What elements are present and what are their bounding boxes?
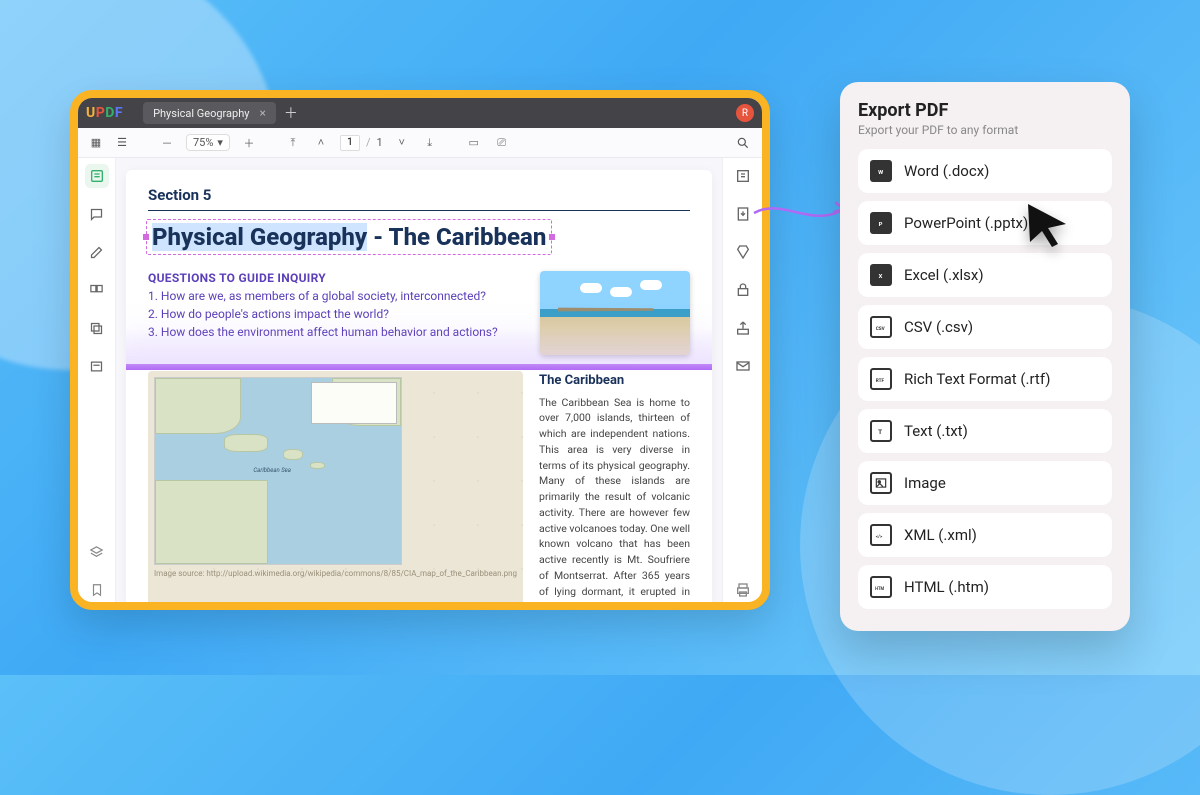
svg-text:W: W: [878, 170, 883, 176]
search-icon[interactable]: [734, 134, 752, 152]
protect-tool[interactable]: [731, 278, 755, 302]
export-option-xml[interactable]: </> XML (.xml): [858, 513, 1112, 557]
map-figure: Caribbean Sea Image source: http://uploa…: [148, 371, 523, 602]
rtf-icon: RTF: [870, 368, 892, 390]
organize-tool[interactable]: [85, 278, 109, 302]
next-page-button[interactable]: ˅: [393, 134, 411, 152]
edit-tool[interactable]: [85, 240, 109, 264]
zoom-out-button[interactable]: －: [158, 134, 176, 152]
document-tab[interactable]: Physical Geography ×: [143, 102, 276, 124]
svg-text:CSV: CSV: [876, 326, 886, 332]
svg-text:X: X: [879, 274, 883, 280]
export-option-word[interactable]: W Word (.docx): [858, 149, 1112, 193]
export-option-excel[interactable]: X Excel (.xlsx): [858, 253, 1112, 297]
share-tool[interactable]: [731, 316, 755, 340]
export-option-txt[interactable]: T Text (.txt): [858, 409, 1112, 453]
export-option-csv[interactable]: CSV CSV (.csv): [858, 305, 1112, 349]
article-body: The Caribbean The Caribbean Sea is home …: [539, 371, 690, 602]
export-title: Export PDF: [858, 100, 1112, 121]
inquiry-q1: 1. How are we, as members of a global so…: [148, 289, 526, 303]
prev-page-button[interactable]: ˄: [312, 134, 330, 152]
left-tool-rail: [78, 158, 116, 602]
right-tool-rail: [722, 158, 762, 602]
compress-tool[interactable]: [731, 240, 755, 264]
export-option-label: Rich Text Format (.rtf): [904, 370, 1050, 388]
ocr-scan-bar: [126, 364, 712, 370]
page-total: 1: [377, 136, 383, 149]
image-icon: [870, 472, 892, 494]
svg-text:T: T: [878, 428, 882, 436]
csv-icon: CSV: [870, 316, 892, 338]
cursor-icon: [1022, 200, 1072, 250]
new-tab-button[interactable]: ＋: [284, 103, 298, 123]
document-title: Physical Geography - The Caribbean: [152, 223, 546, 251]
email-tool[interactable]: [731, 354, 755, 378]
inquiry-q2: 2. How do people's actions impact the wo…: [148, 307, 526, 321]
article-heading: The Caribbean: [539, 371, 690, 391]
bookmark-icon[interactable]: [85, 578, 109, 602]
tab-title: Physical Geography: [153, 107, 249, 120]
export-panel: Export PDF Export your PDF to any format…: [840, 82, 1130, 631]
reader-tool[interactable]: [85, 164, 109, 188]
document-canvas: Section 5 Physical Geography - The Carib…: [116, 158, 722, 602]
export-option-label: HTML (.htm): [904, 578, 989, 596]
document-page: Section 5 Physical Geography - The Carib…: [126, 170, 712, 602]
thumbnails-icon[interactable]: ▦: [88, 135, 104, 151]
last-page-button[interactable]: ⤓: [421, 134, 439, 152]
txt-icon: T: [870, 420, 892, 442]
export-option-label: Text (.txt): [904, 422, 968, 440]
export-option-label: Image: [904, 474, 946, 492]
close-tab-icon[interactable]: ×: [259, 106, 265, 120]
svg-text:P: P: [879, 222, 883, 228]
word-icon: W: [870, 160, 892, 182]
presentation-button[interactable]: ⎚: [493, 134, 511, 152]
view-mode-button[interactable]: ▭: [465, 134, 483, 152]
export-option-label: CSV (.csv): [904, 318, 973, 336]
title-selection-box[interactable]: Physical Geography - The Caribbean: [148, 221, 550, 253]
export-option-label: XML (.xml): [904, 526, 977, 544]
powerpoint-icon: P: [870, 212, 892, 234]
comment-tool[interactable]: [85, 202, 109, 226]
export-subtitle: Export your PDF to any format: [858, 123, 1112, 137]
export-option-html[interactable]: HTM HTML (.htm): [858, 565, 1112, 609]
selection-handle-right[interactable]: [549, 234, 555, 240]
inquiry-heading: QUESTIONS TO GUIDE INQUIRY: [148, 271, 526, 285]
export-option-image[interactable]: Image: [858, 461, 1112, 505]
export-option-rtf[interactable]: RTF Rich Text Format (.rtf): [858, 357, 1112, 401]
avatar[interactable]: R: [736, 104, 754, 122]
svg-text:HTM: HTM: [875, 586, 884, 591]
selection-handle-left[interactable]: [143, 234, 149, 240]
excel-icon: X: [870, 264, 892, 286]
html-icon: HTM: [870, 576, 892, 598]
layers-icon[interactable]: [85, 540, 109, 564]
toolbar: ▦ ☰ － 75% ▾ ＋ ⤒ ˄ / 1 ˅ ⤓ ▭ ⎚: [78, 128, 762, 158]
zoom-in-button[interactable]: ＋: [240, 134, 258, 152]
zoom-level[interactable]: 75% ▾: [186, 134, 230, 151]
xml-icon: </>: [870, 524, 892, 546]
ocr-tool[interactable]: [731, 164, 755, 188]
pdf-editor-window: UPDF Physical Geography × ＋ R ▦ ☰ － 75% …: [70, 90, 770, 610]
export-option-label: PowerPoint (.pptx): [904, 214, 1028, 232]
outline-icon[interactable]: ☰: [114, 135, 130, 151]
app-brand: UPDF: [86, 105, 123, 121]
first-page-button[interactable]: ⤒: [284, 134, 302, 152]
svg-text:RTF: RTF: [876, 378, 885, 384]
print-tool[interactable]: [731, 578, 755, 602]
image-source-caption: Image source: http://upload.wikimedia.or…: [154, 569, 517, 578]
export-option-label: Word (.docx): [904, 162, 989, 180]
article-text: The Caribbean Sea is home to over 7,000 …: [539, 395, 690, 603]
export-option-label: Excel (.xlsx): [904, 266, 984, 284]
page-current-input[interactable]: [340, 135, 360, 151]
section-label: Section 5: [148, 186, 690, 204]
page-indicator: / 1: [340, 135, 383, 151]
crop-tool[interactable]: [85, 316, 109, 340]
export-tool[interactable]: [731, 202, 755, 226]
titlebar: UPDF Physical Geography × ＋ R: [78, 98, 762, 128]
section-rule: [148, 210, 690, 211]
export-option-powerpoint[interactable]: P PowerPoint (.pptx): [858, 201, 1112, 245]
redact-tool[interactable]: [85, 354, 109, 378]
svg-text:</>: </>: [876, 534, 883, 540]
